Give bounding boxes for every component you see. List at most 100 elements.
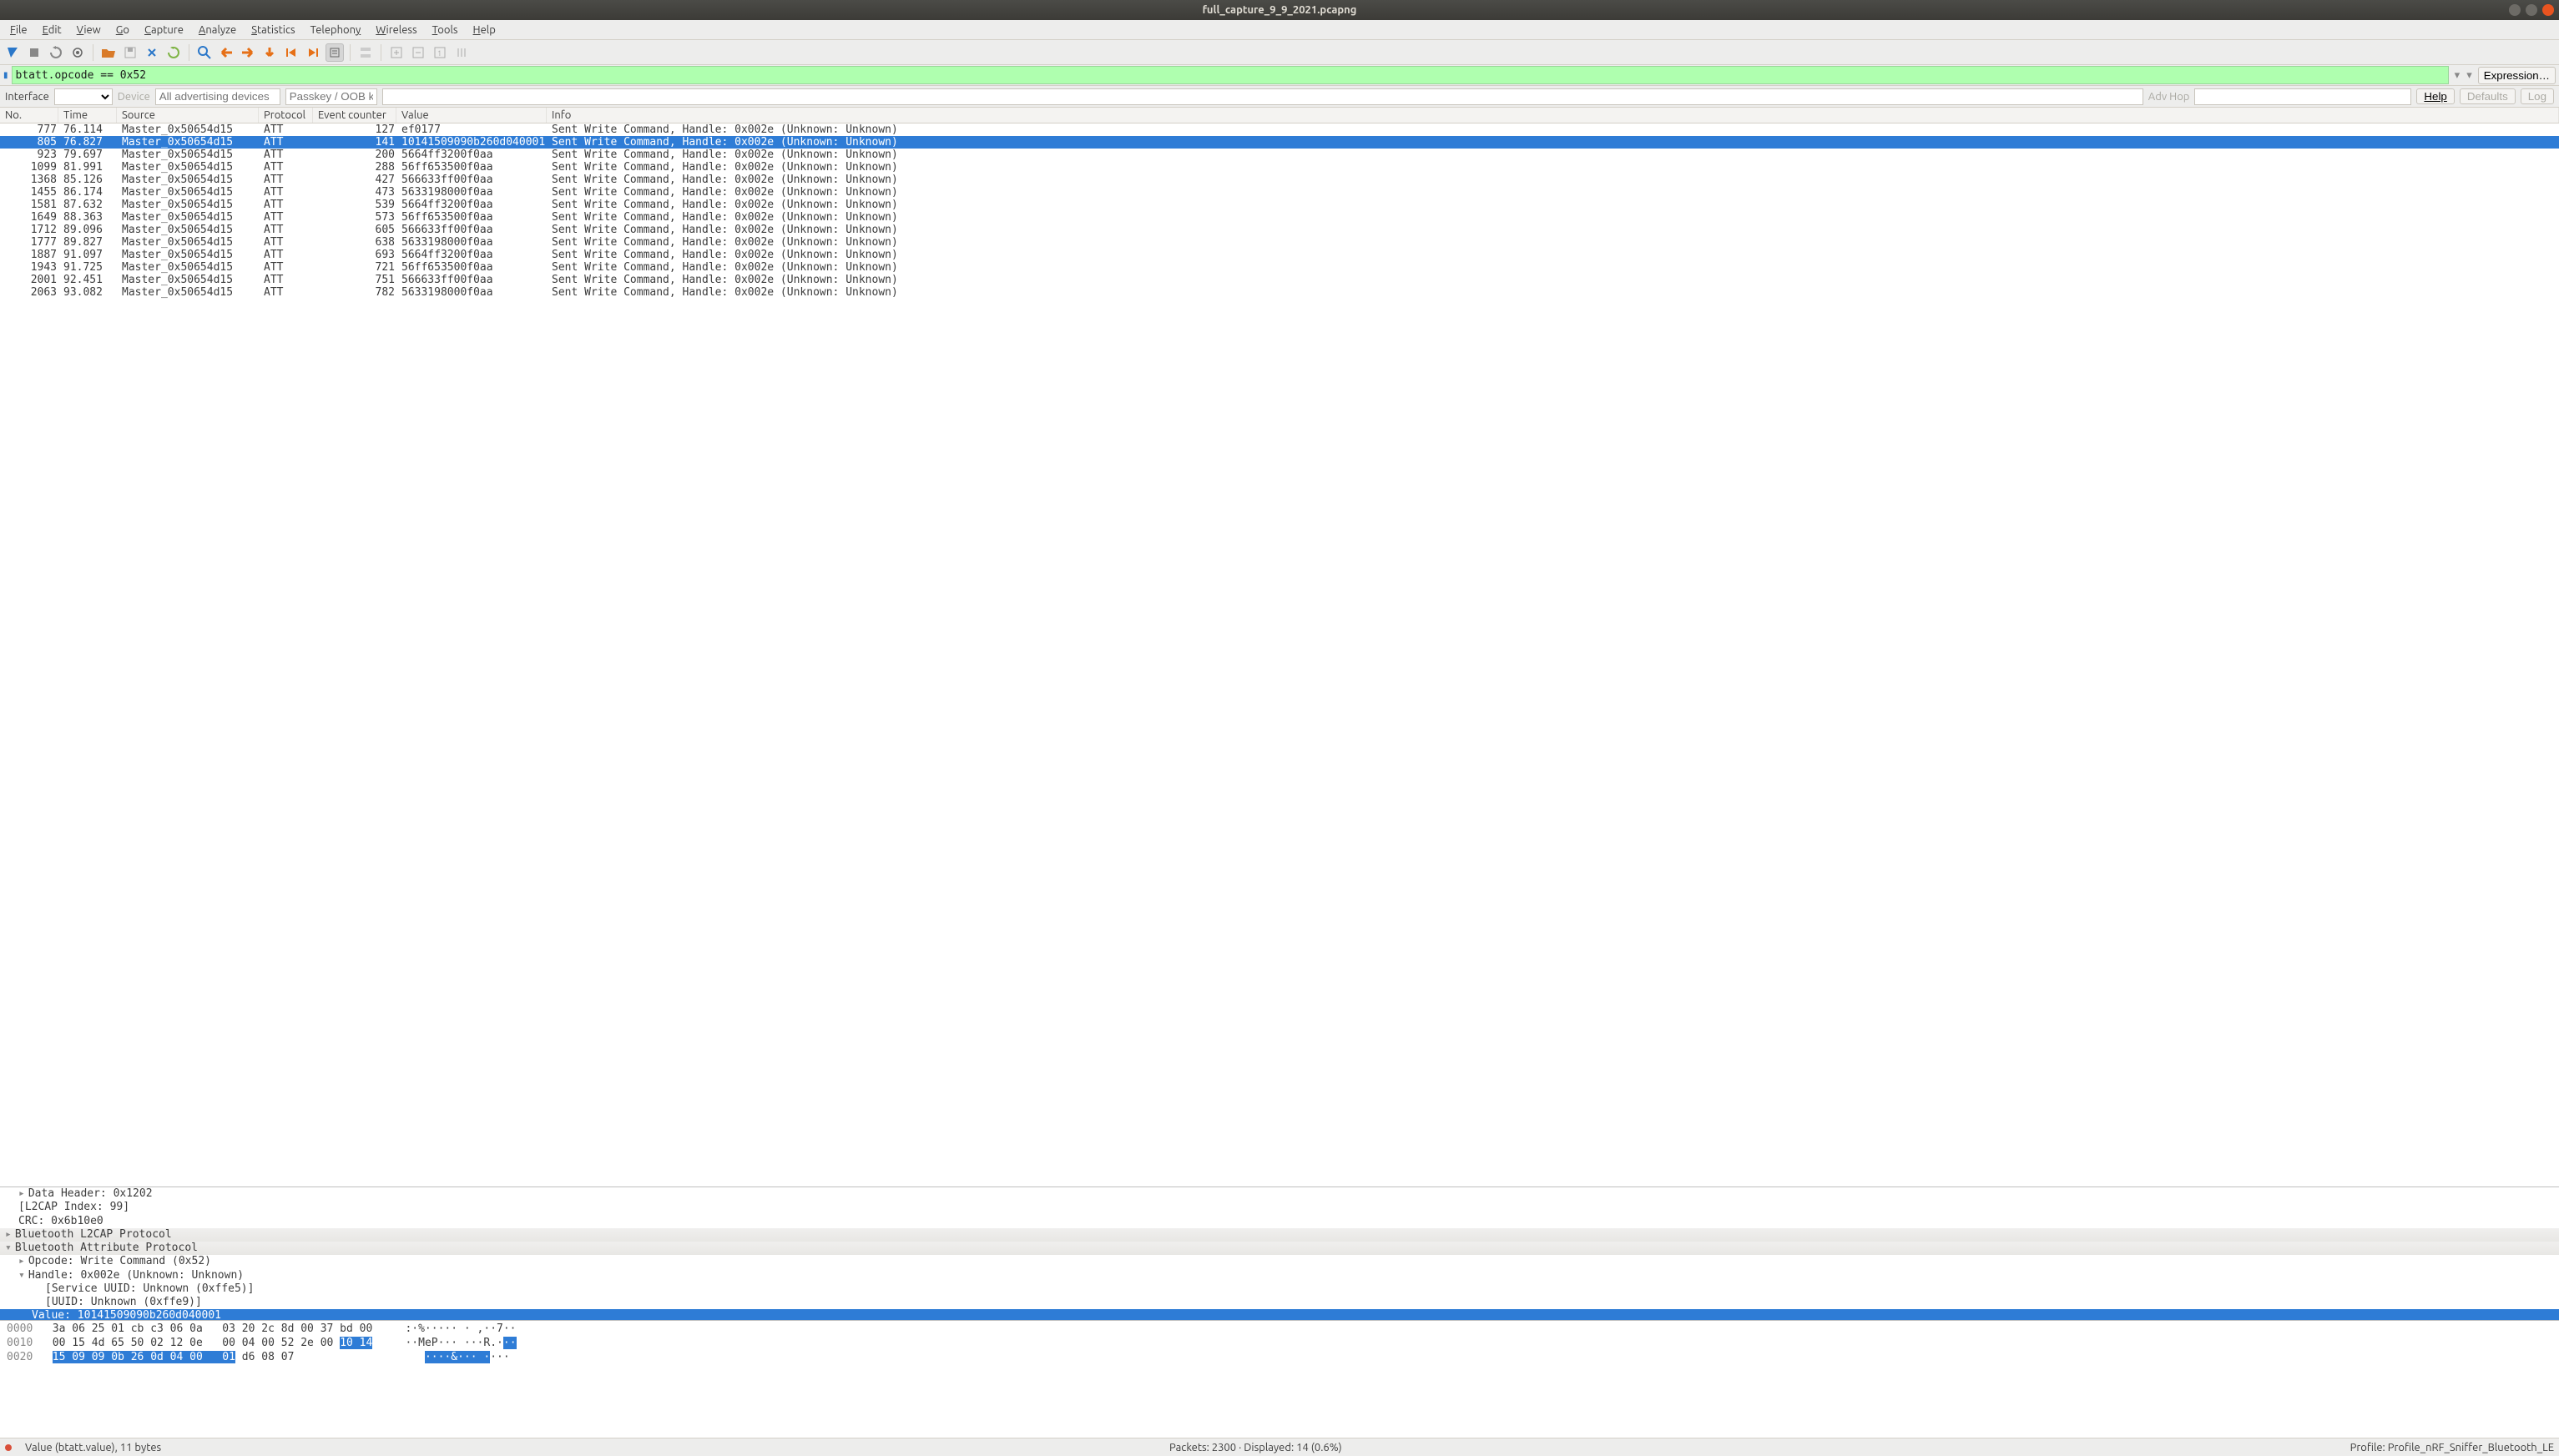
packet-list-header[interactable]: No. Time Source Protocol Event counter V… [0, 108, 2559, 123]
go-first-icon[interactable] [282, 43, 300, 62]
filter-bookmark-icon[interactable]: ▮ [3, 70, 8, 80]
go-forward-icon[interactable] [239, 43, 257, 62]
advhop-label: Adv Hop [2148, 91, 2190, 103]
col-info[interactable]: Info [547, 108, 2559, 123]
filter-dropdown-icon[interactable]: ▾ [2464, 69, 2475, 82]
zoom-out-icon[interactable] [409, 43, 427, 62]
autoscroll-icon[interactable] [326, 43, 344, 62]
advhop-input[interactable] [2194, 88, 2411, 105]
go-back-icon[interactable] [217, 43, 235, 62]
resize-columns-icon[interactable] [452, 43, 471, 62]
close-button[interactable] [2542, 4, 2554, 16]
window-titlebar: full_capture_9_9_2021.pcapng [0, 0, 2559, 20]
detail-l2cap-proto[interactable]: Bluetooth L2CAP Protocol [0, 1228, 2559, 1242]
main-toolbar: 1 [0, 40, 2559, 65]
detail-att-proto[interactable]: Bluetooth Attribute Protocol [0, 1242, 2559, 1255]
zoom-in-icon[interactable] [387, 43, 406, 62]
menu-tools[interactable]: Tools [426, 23, 465, 38]
interface-toolbar: Interface Device Adv Hop Help Defaults L… [0, 86, 2559, 108]
stop-capture-icon[interactable] [25, 43, 43, 62]
packet-row[interactable]: 194391.725Master_0x50654d15ATT72156ff653… [0, 261, 2559, 274]
expression-button[interactable]: Expression… [2478, 67, 2556, 84]
reload-file-icon[interactable] [164, 43, 183, 62]
status-bar: Value (btatt.value), 11 bytes Packets: 2… [0, 1438, 2559, 1456]
minimize-button[interactable] [2509, 4, 2521, 16]
display-filter-bar: ▮ ▾ ▾ Expression… [0, 65, 2559, 86]
open-file-icon[interactable] [99, 43, 118, 62]
col-source[interactable]: Source [117, 108, 259, 123]
menu-help[interactable]: Help [467, 23, 502, 38]
packet-row[interactable]: 77776.114Master_0x50654d15ATT127ef0177Se… [0, 123, 2559, 136]
restart-capture-icon[interactable] [47, 43, 65, 62]
detail-crc[interactable]: CRC: 0x6b10e0 [0, 1215, 2559, 1228]
passkey-input[interactable] [285, 88, 377, 105]
status-right[interactable]: Profile: Profile_nRF_Sniffer_Bluetooth_L… [2350, 1442, 2554, 1453]
packet-row[interactable]: 145586.174Master_0x50654d15ATT4735633198… [0, 186, 2559, 199]
packet-row[interactable]: 188791.097Master_0x50654d15ATT6935664ff3… [0, 249, 2559, 261]
menu-file[interactable]: File [3, 23, 34, 38]
packet-bytes-pane[interactable]: 0000 3a 06 25 01 cb c3 06 0a 03 20 2c 8d… [0, 1321, 2559, 1438]
menu-bar: File Edit View Go Capture Analyze Statis… [0, 20, 2559, 40]
col-event-counter[interactable]: Event counter [313, 108, 396, 123]
detail-data-header[interactable]: Data Header: 0x1202 [0, 1187, 2559, 1201]
menu-capture[interactable]: Capture [138, 23, 190, 38]
detail-uuid[interactable]: [UUID: Unknown (0xffe9)] [0, 1296, 2559, 1309]
packet-list-pane[interactable]: No. Time Source Protocol Event counter V… [0, 108, 2559, 1187]
save-file-icon[interactable] [121, 43, 139, 62]
filter-clear-icon[interactable]: ▾ [2452, 69, 2463, 82]
log-button[interactable]: Log [2521, 88, 2554, 104]
packet-row[interactable]: 177789.827Master_0x50654d15ATT6385633198… [0, 236, 2559, 249]
packet-row[interactable]: 136885.126Master_0x50654d15ATT427566633f… [0, 174, 2559, 186]
hex-row-0[interactable]: 0000 3a 06 25 01 cb c3 06 0a 03 20 2c 8d… [7, 1322, 2552, 1337]
packet-row[interactable]: 171289.096Master_0x50654d15ATT605566633f… [0, 224, 2559, 236]
expert-info-icon[interactable] [5, 1444, 12, 1451]
menu-go[interactable]: Go [109, 23, 136, 38]
packet-row[interactable]: 206393.082Master_0x50654d15ATT7825633198… [0, 286, 2559, 299]
packet-row[interactable]: 164988.363Master_0x50654d15ATT57356ff653… [0, 211, 2559, 224]
packet-row[interactable]: 92379.697Master_0x50654d15ATT2005664ff32… [0, 149, 2559, 161]
defaults-button[interactable]: Defaults [2460, 88, 2516, 104]
menu-telephony[interactable]: Telephony [304, 23, 368, 38]
col-value[interactable]: Value [396, 108, 547, 123]
device-input[interactable] [155, 88, 280, 105]
col-time[interactable]: Time [58, 108, 117, 123]
capture-options-icon[interactable] [68, 43, 87, 62]
col-no[interactable]: No. [0, 108, 58, 123]
menu-edit[interactable]: Edit [36, 23, 68, 38]
packet-row[interactable]: 158187.632Master_0x50654d15ATT5395664ff3… [0, 199, 2559, 211]
packet-row[interactable]: 80576.827Master_0x50654d15ATT14110141509… [0, 136, 2559, 149]
start-capture-icon[interactable] [3, 43, 22, 62]
colorize-icon[interactable] [356, 43, 375, 62]
maximize-button[interactable] [2526, 4, 2537, 16]
packet-row[interactable]: 109981.991Master_0x50654d15ATT28856ff653… [0, 161, 2559, 174]
detail-opcode[interactable]: Opcode: Write Command (0x52) [0, 1255, 2559, 1268]
detail-handle[interactable]: Handle: 0x002e (Unknown: Unknown) [0, 1269, 2559, 1282]
interface-label: Interface [5, 91, 49, 103]
col-protocol[interactable]: Protocol [259, 108, 313, 123]
menu-wireless[interactable]: Wireless [369, 23, 423, 38]
go-last-icon[interactable] [304, 43, 322, 62]
menu-view[interactable]: View [70, 23, 108, 38]
menu-analyze[interactable]: Analyze [192, 23, 243, 38]
packet-details-pane[interactable]: Data Header: 0x1202 [L2CAP Index: 99] CR… [0, 1187, 2559, 1321]
hex-row-2[interactable]: 0020 15 09 09 0b 26 0d 04 00 01 d6 08 07… [7, 1351, 2552, 1365]
packet-row[interactable]: 200192.451Master_0x50654d15ATT751566633f… [0, 274, 2559, 286]
interface-select[interactable] [54, 88, 113, 105]
detail-service-uuid[interactable]: [Service UUID: Unknown (0xffe5)] [0, 1282, 2559, 1296]
window-title: full_capture_9_9_2021.pcapng [1203, 4, 1357, 16]
go-to-packet-icon[interactable] [260, 43, 279, 62]
status-left: Value (btatt.value), 11 bytes [25, 1442, 161, 1453]
key-input[interactable] [382, 88, 2143, 105]
display-filter-input[interactable] [12, 66, 2449, 84]
detail-l2cap-index[interactable]: [L2CAP Index: 99] [0, 1201, 2559, 1214]
find-packet-icon[interactable] [195, 43, 214, 62]
status-center: Packets: 2300 · Displayed: 14 (0.6%) [1169, 1442, 1342, 1453]
zoom-reset-icon[interactable]: 1 [431, 43, 449, 62]
hex-row-1[interactable]: 0010 00 15 4d 65 50 02 12 0e 00 04 00 52… [7, 1337, 2552, 1351]
detail-value[interactable]: Value: 10141509090b260d040001 [0, 1309, 2559, 1321]
help-button[interactable]: Help [2416, 88, 2454, 104]
close-file-icon[interactable] [143, 43, 161, 62]
device-label: Device [118, 91, 150, 103]
menu-statistics[interactable]: Statistics [245, 23, 301, 38]
svg-text:1: 1 [437, 49, 442, 58]
